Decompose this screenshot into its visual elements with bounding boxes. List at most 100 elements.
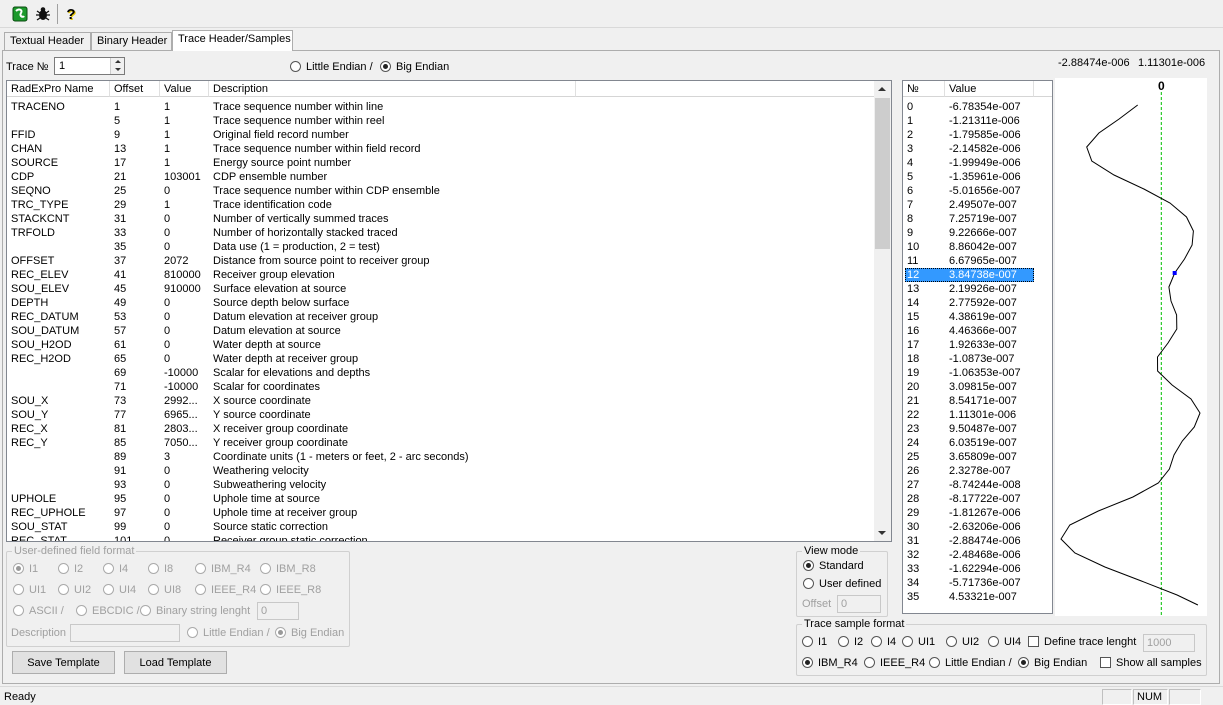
- table-row[interactable]: 91 0 Weathering velocity: [7, 464, 875, 478]
- sample-row[interactable]: 14 2.77592e-007: [903, 296, 1052, 310]
- uf-radio-ui2[interactable]: [58, 584, 69, 595]
- table-row[interactable]: 35 0 Data use (1 = production, 2 = test): [7, 240, 875, 254]
- table-row[interactable]: STACKCNT 31 0 Number of vertically summed t…: [7, 212, 875, 226]
- uf-radio-ascii[interactable]: [13, 605, 24, 616]
- table-row[interactable]: TRC_TYPE 29 1 Trace identification code: [7, 198, 875, 212]
- samples-table[interactable]: № Value 0 -6.78354e-007 1 -1.21311e-006 2 -1.…: [902, 80, 1053, 614]
- sf-radio-ibm-r4[interactable]: [802, 657, 813, 668]
- uf-big-endian-radio[interactable]: [275, 627, 286, 638]
- view-standard-radio[interactable]: [803, 560, 814, 571]
- offset-field[interactable]: 0: [837, 595, 881, 613]
- column-header-sample-value[interactable]: Value: [945, 81, 1034, 97]
- sample-row[interactable]: 20 3.09815e-007: [903, 380, 1052, 394]
- uf-radio-i1[interactable]: [13, 563, 24, 574]
- column-header-description[interactable]: Description: [209, 81, 576, 97]
- sample-row[interactable]: 11 6.67965e-007: [903, 254, 1052, 268]
- sample-row[interactable]: 30 -2.63206e-006: [903, 520, 1052, 534]
- sf-radio-i1[interactable]: [802, 636, 813, 647]
- sample-row[interactable]: 28 -8.17722e-007: [903, 492, 1052, 506]
- uf-radio-binary-string-lenght[interactable]: [140, 605, 151, 616]
- uf-radio-ui8[interactable]: [148, 584, 159, 595]
- table-row[interactable]: UPHOLE 95 0 Uphole time at source: [7, 492, 875, 506]
- table-row[interactable]: REC_STAT 101 0 Receiver group static correc…: [7, 534, 875, 541]
- sample-row[interactable]: 16 4.46366e-007: [903, 324, 1052, 338]
- tab-trace-header-samples[interactable]: Trace Header/Samples: [172, 30, 293, 51]
- scroll-up-icon[interactable]: [878, 87, 886, 91]
- trace-number-stepper[interactable]: 1: [54, 57, 125, 75]
- table-row[interactable]: SOU_H2OD 61 0 Water depth at source: [7, 338, 875, 352]
- sample-row[interactable]: 31 -2.88474e-006: [903, 534, 1052, 548]
- description-field[interactable]: [70, 624, 180, 642]
- load-template-button[interactable]: Load Template: [124, 651, 227, 674]
- uf-radio-ui4[interactable]: [103, 584, 114, 595]
- scroll-thumb[interactable]: [875, 98, 890, 249]
- sample-row[interactable]: 34 -5.71736e-007: [903, 576, 1052, 590]
- uf-radio-i8[interactable]: [148, 563, 159, 574]
- table-row[interactable]: 71 -10000 Scalar for coordinates: [7, 380, 875, 394]
- table-row[interactable]: REC_X 81 2803... X receiver group coordinat…: [7, 422, 875, 436]
- sample-row[interactable]: 24 6.03519e-007: [903, 436, 1052, 450]
- table-row[interactable]: SOU_STAT 99 0 Source static correction: [7, 520, 875, 534]
- stepper-down-icon[interactable]: [115, 68, 121, 71]
- uf-little-endian-radio[interactable]: [187, 627, 198, 638]
- sample-row[interactable]: 13 2.19926e-007: [903, 282, 1052, 296]
- uf-radio-ieee-r4[interactable]: [195, 584, 206, 595]
- uf-radio-ebcdic[interactable]: [76, 605, 87, 616]
- sample-row[interactable]: 29 -1.81267e-006: [903, 506, 1052, 520]
- table-row[interactable]: REC_Y 85 7050... Y receiver group coordinat…: [7, 436, 875, 450]
- sample-row[interactable]: 25 3.65809e-007: [903, 450, 1052, 464]
- tab-binary-header[interactable]: Binary Header: [91, 32, 172, 50]
- sample-row[interactable]: 9 9.22666e-007: [903, 226, 1052, 240]
- uf-radio-ibm-r4[interactable]: [195, 563, 206, 574]
- sample-row[interactable]: 35 4.53321e-007: [903, 590, 1052, 604]
- trace-length-field[interactable]: 1000: [1143, 634, 1195, 652]
- table-row[interactable]: REC_UPHOLE 97 0 Uphole time at receiver gro…: [7, 506, 875, 520]
- sample-row[interactable]: 26 2.3278e-007: [903, 464, 1052, 478]
- bug-icon[interactable]: [32, 4, 54, 24]
- sf-radio-i2[interactable]: [838, 636, 849, 647]
- column-header-value[interactable]: Value: [160, 81, 209, 97]
- view-user-defined-radio[interactable]: [803, 578, 814, 589]
- sample-row[interactable]: 27 -8.74244e-008: [903, 478, 1052, 492]
- sample-row[interactable]: 8 7.25719e-007: [903, 212, 1052, 226]
- sample-row[interactable]: 1 -1.21311e-006: [903, 114, 1052, 128]
- column-header-offset[interactable]: Offset: [110, 81, 160, 97]
- little-endian-radio[interactable]: [290, 61, 301, 72]
- uf-radio-i4[interactable]: [103, 563, 114, 574]
- table-row[interactable]: SOU_X 73 2992... X source coordinate: [7, 394, 875, 408]
- scroll-down-icon[interactable]: [878, 531, 886, 535]
- big-endian-radio[interactable]: [380, 61, 391, 72]
- sample-row[interactable]: 23 9.50487e-007: [903, 422, 1052, 436]
- sample-row[interactable]: 18 -1.0873e-007: [903, 352, 1052, 366]
- sample-row[interactable]: 21 8.54171e-007: [903, 394, 1052, 408]
- sf-radio-ieee-r4[interactable]: [864, 657, 875, 668]
- sf-radio-ui4[interactable]: [988, 636, 999, 647]
- trace-plot[interactable]: 0: [1055, 78, 1207, 616]
- table-row[interactable]: REC_DATUM 53 0 Datum elevation at receiver …: [7, 310, 875, 324]
- save-template-button[interactable]: Save Template: [12, 651, 115, 674]
- sample-row[interactable]: 5 -1.35961e-006: [903, 170, 1052, 184]
- table-row[interactable]: CDP 21 103001 CDP ensemble number: [7, 170, 875, 184]
- sample-row[interactable]: 32 -2.48468e-006: [903, 548, 1052, 562]
- sample-row[interactable]: 15 4.38619e-007: [903, 310, 1052, 324]
- sample-row[interactable]: 2 -1.79585e-006: [903, 128, 1052, 142]
- segy-app-icon[interactable]: [9, 4, 31, 24]
- table-row[interactable]: TRFOLD 33 0 Number of horizontally stacked …: [7, 226, 875, 240]
- define-length-checkbox[interactable]: [1028, 636, 1039, 647]
- sf-little-endian-radio[interactable]: [929, 657, 940, 668]
- sf-big-endian-radio[interactable]: [1018, 657, 1029, 668]
- uf-radio-i2[interactable]: [58, 563, 69, 574]
- sf-radio-ui1[interactable]: [902, 636, 913, 647]
- trace-header-table[interactable]: RadExPro Name Offset Value Description T…: [6, 80, 892, 542]
- sample-row[interactable]: 7 2.49507e-007: [903, 198, 1052, 212]
- show-all-samples-checkbox[interactable]: [1100, 657, 1111, 668]
- table-row[interactable]: OFFSET 37 2072 Distance from source point t…: [7, 254, 875, 268]
- table-row[interactable]: CHAN 13 1 Trace sequence number within fiel…: [7, 142, 875, 156]
- help-icon[interactable]: ?: [60, 4, 82, 24]
- uf-radio-ui1[interactable]: [13, 584, 24, 595]
- table-row[interactable]: SOU_DATUM 57 0 Datum elevation at source: [7, 324, 875, 338]
- sample-row[interactable]: 6 -5.01656e-007: [903, 184, 1052, 198]
- table-row[interactable]: SOURCE 17 1 Energy source point number: [7, 156, 875, 170]
- table-row[interactable]: 93 0 Subweathering velocity: [7, 478, 875, 492]
- table-row[interactable]: REC_ELEV 41 810000 Receiver group elevation: [7, 268, 875, 282]
